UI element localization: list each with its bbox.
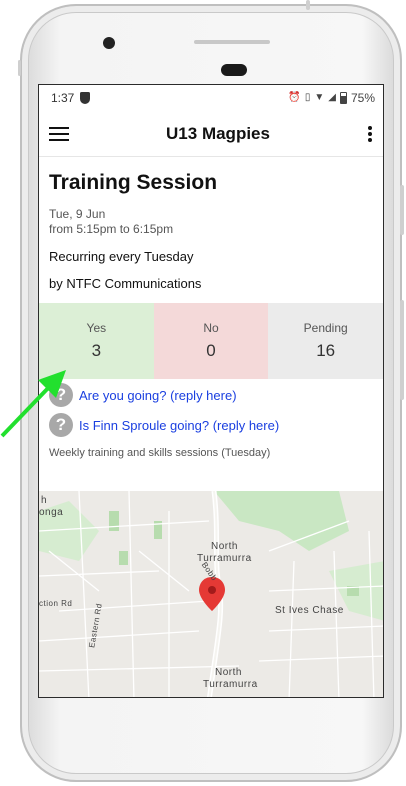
phone-screen: 1:37 ⏰ ▯ ▼ ◢ 75% U13 Magpies Training Se… [38,84,384,698]
battery-percent: 75% [350,91,375,105]
map-label-onga: onga [39,507,64,518]
app-bar: U13 Magpies [39,111,383,157]
event-description: Weekly training and skills sessions (Tue… [49,447,271,459]
signal-icon: ◢ [328,92,336,103]
left-edge-button [18,60,21,76]
map-label-turramurra-2: Turramurra [203,679,258,690]
speaker-grille [194,40,270,44]
event-datetime: Tue, 9 Jun from 5:15pm to 6:15pm [49,207,373,237]
earpiece [221,64,247,76]
power-button [400,185,404,235]
rsvp-no-label: No [203,321,219,335]
event-recurrence: Recurring every Tuesday [49,249,194,264]
rsvp-pending-count: 16 [316,341,336,360]
status-bar: 1:37 ⏰ ▯ ▼ ◢ 75% [39,85,383,111]
front-camera [103,37,115,49]
map-label-h: h [41,495,48,506]
map-label-north-turramurra: North [215,667,242,678]
location-map[interactable]: h onga North Turramurra Bobb ction Rd Ea… [39,491,383,697]
reply-self-link[interactable]: Are you going? (reply here) [79,388,237,403]
rsvp-yes-count: 3 [91,341,102,360]
shield-icon [80,92,91,104]
battery-icon [339,92,347,104]
rsvp-pending-label: Pending [303,321,348,335]
rsvp-yes-label: Yes [86,321,107,335]
vibrate-icon: ▯ [304,92,311,103]
app-title: U13 Magpies [166,123,270,143]
event-date: Tue, 9 Jun [49,207,106,221]
map-graphic [39,491,383,697]
map-label-north: North [211,541,238,552]
menu-icon[interactable] [49,126,69,141]
event-organiser: by NTFC Communications [49,276,202,291]
wifi-icon: ▼ [314,92,325,103]
event-title: Training Session [49,171,218,194]
rsvp-pending[interactable]: Pending 16 [268,303,383,379]
reply-child-row[interactable]: ? Is Finn Sproule going? (reply here) [39,413,383,437]
reply-child-link[interactable]: Is Finn Sproule going? (reply here) [79,418,279,433]
volume-button [400,300,404,400]
map-label-ction-rd: ction Rd [39,599,73,608]
reply-self-row[interactable]: ? Are you going? (reply here) [39,383,383,407]
rsvp-no-count: 0 [206,341,216,360]
alarm-icon: ⏰ [288,92,301,103]
map-label-st-ives-chase: St Ives Chase [275,605,344,616]
annotation-arrow-icon [0,370,66,438]
rsvp-summary: Yes 3 No 0 Pending 16 [39,303,383,379]
status-time: 1:37 [51,91,75,105]
rsvp-no[interactable]: No 0 [153,303,269,379]
top-edge-button [306,0,310,10]
rsvp-yes[interactable]: Yes 3 [39,303,154,379]
event-time-range: from 5:15pm to 6:15pm [49,222,174,236]
more-options-icon[interactable] [367,125,373,142]
